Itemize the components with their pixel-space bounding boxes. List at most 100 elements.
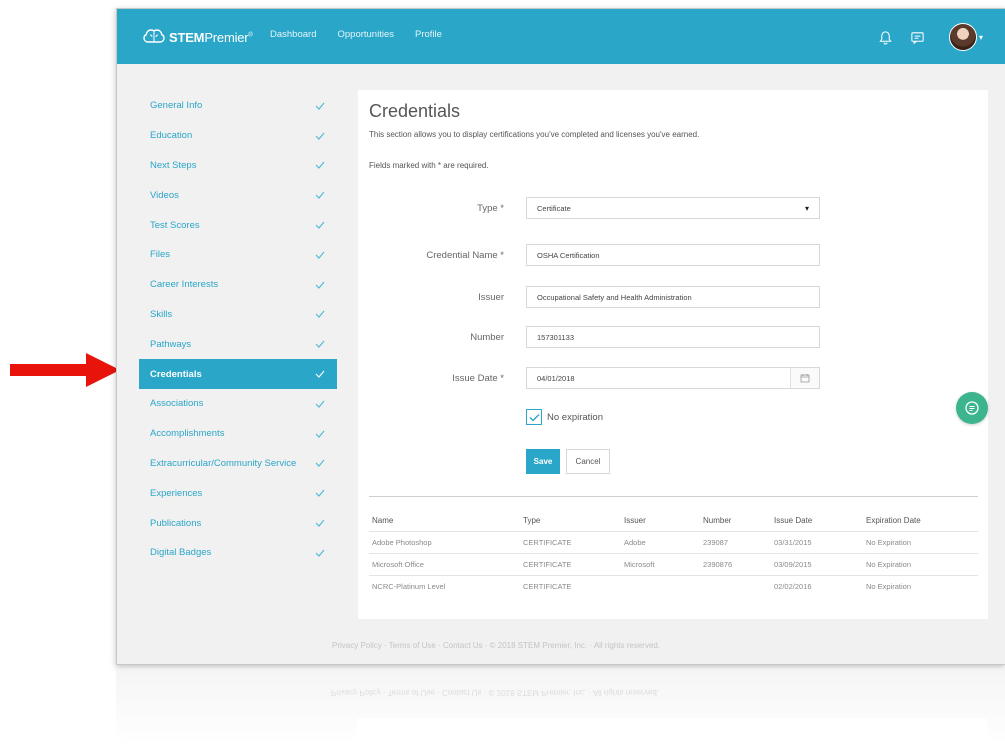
column-header[interactable]: Name bbox=[369, 511, 520, 532]
check-icon bbox=[529, 413, 539, 421]
sidebar-item-label: Associations bbox=[150, 398, 204, 410]
sidebar-item-pathways[interactable]: Pathways bbox=[139, 329, 337, 359]
sidebar-item-career-interests[interactable]: Career Interests bbox=[139, 270, 337, 300]
sidebar-item-accomplishments[interactable]: Accomplishments bbox=[139, 419, 337, 449]
check-icon bbox=[315, 340, 325, 349]
number-input[interactable]: 157301133 bbox=[526, 326, 820, 348]
bell-icon[interactable] bbox=[877, 28, 895, 46]
table-cell: CERTIFICATE bbox=[523, 581, 572, 591]
table-row[interactable]: Adobe Photoshop CERTIFICATE Adobe 239087 03/… bbox=[369, 531, 978, 554]
column-header[interactable]: Expiration Date bbox=[863, 511, 978, 532]
credentials-table: Name Type Issuer Number Issue Date Expiration… bbox=[369, 511, 978, 597]
caret-down-icon: ▾ bbox=[804, 203, 809, 213]
sidebar-item-label: Skills bbox=[150, 308, 173, 320]
table-row[interactable]: Microsoft Office CERTIFICATE Microsoft 2390… bbox=[369, 553, 978, 576]
number-label: Number bbox=[470, 332, 504, 343]
message-icon[interactable] bbox=[909, 28, 927, 46]
cancel-button[interactable]: Cancel bbox=[566, 449, 610, 474]
chevron-down-icon: ▾ bbox=[978, 32, 983, 42]
sidebar-item-label: Credentials bbox=[150, 368, 202, 380]
credentials-panel: Credentials This section allows you to d… bbox=[358, 90, 988, 619]
sidebar-item-label: Files bbox=[150, 249, 171, 261]
required-note: Fields marked with * are required. bbox=[369, 161, 489, 170]
save-button[interactable]: Save bbox=[526, 449, 560, 474]
column-header[interactable]: Number bbox=[700, 511, 771, 532]
sidebar-item-extracurricular-community-service[interactable]: Extracurricular/Community Service bbox=[139, 449, 337, 479]
table-cell: NCRC-Platinum Level bbox=[372, 581, 446, 591]
sidebar-item-associations[interactable]: Associations bbox=[139, 389, 337, 419]
type-select[interactable]: Certificate ▾ bbox=[526, 197, 820, 219]
calendar-icon[interactable] bbox=[790, 368, 819, 388]
check-icon bbox=[315, 489, 325, 498]
sidebar-item-experiences[interactable]: Experiences bbox=[139, 478, 337, 508]
sidebar-item-skills[interactable]: Skills bbox=[139, 300, 337, 330]
check-icon bbox=[315, 251, 325, 259]
sidebar-item-publications[interactable]: Publications bbox=[139, 508, 337, 538]
nav-link-dashboard[interactable]: Dashboard bbox=[270, 29, 316, 40]
sidebar-item-next-steps[interactable]: Next Steps bbox=[139, 151, 337, 181]
sidebar-item-label: Publications bbox=[150, 517, 202, 529]
check-icon bbox=[315, 430, 325, 438]
issue-date-input[interactable]: 04/01/2018 bbox=[526, 367, 820, 389]
sidebar-item-label: Next Steps bbox=[150, 159, 197, 171]
table-cell: No Expiration bbox=[866, 581, 912, 591]
brand-logo[interactable]: STEMPremier® bbox=[143, 26, 253, 48]
top-navbar: STEMPremier® Dashboard Opportunities Pro… bbox=[117, 9, 1005, 64]
credential-name-row: Credential Name * OSHA Certification bbox=[358, 244, 988, 266]
sidebar-item-digital-badges[interactable]: Digital Badges bbox=[139, 538, 337, 568]
sidebar-item-label: General Info bbox=[150, 100, 203, 112]
table-cell: CERTIFICATE bbox=[520, 531, 621, 554]
avatar bbox=[948, 23, 977, 51]
sidebar-item-videos[interactable]: Videos bbox=[139, 180, 337, 210]
table-cell: Microsoft bbox=[621, 553, 700, 576]
user-menu[interactable]: ▾ bbox=[948, 23, 983, 51]
page-description: This section allows you to display certi… bbox=[369, 130, 700, 139]
sidebar-item-label: Test Scores bbox=[150, 219, 200, 231]
sidebar-item-education[interactable]: Education bbox=[139, 121, 337, 151]
type-label: Type * bbox=[477, 203, 504, 214]
table-cell: No Expiration bbox=[863, 531, 978, 554]
brand-name: STEMPremier® bbox=[169, 29, 253, 45]
check-icon bbox=[315, 221, 325, 229]
sidebar-item-label: Digital Badges bbox=[150, 547, 212, 559]
footer: Privacy Policy · Terms of Use · Contact … bbox=[332, 641, 661, 650]
chat-icon bbox=[965, 401, 979, 415]
check-icon bbox=[315, 162, 325, 170]
table-cell bbox=[700, 575, 771, 597]
issuer-input[interactable]: Occupational Safety and Health Administr… bbox=[526, 286, 820, 308]
sidebar-item-general-info[interactable]: General Info bbox=[139, 91, 337, 121]
reflection-card bbox=[357, 718, 987, 745]
check-icon bbox=[315, 191, 325, 200]
credential-name-input[interactable]: OSHA Certification bbox=[526, 244, 820, 266]
column-header[interactable]: Issuer bbox=[621, 511, 700, 532]
nav-link-profile[interactable]: Profile bbox=[415, 29, 442, 40]
check-icon bbox=[315, 549, 325, 557]
check-icon bbox=[315, 281, 325, 289]
page-title: Credentials bbox=[369, 101, 461, 121]
issue-date-label: Issue Date * bbox=[452, 373, 504, 384]
red-arrow-icon bbox=[10, 353, 120, 387]
brain-logo-icon bbox=[143, 29, 165, 43]
divider bbox=[369, 496, 978, 497]
credential-name-label: Credential Name * bbox=[426, 250, 504, 261]
issue-date-value: 04/01/2018 bbox=[537, 373, 575, 383]
table-cell: 239087 bbox=[700, 531, 771, 554]
table-cell: Adobe Photoshop bbox=[369, 531, 520, 554]
type-value: Certificate bbox=[537, 203, 571, 213]
chat-button[interactable] bbox=[956, 392, 988, 424]
checkbox-box[interactable] bbox=[526, 409, 542, 425]
column-header[interactable]: Issue Date bbox=[771, 511, 863, 532]
table-cell: Adobe bbox=[621, 531, 700, 554]
sidebar-item-test-scores[interactable]: Test Scores bbox=[139, 210, 337, 240]
sidebar-item-label: Education bbox=[150, 130, 193, 142]
nav-link-opportunities[interactable]: Opportunities bbox=[337, 29, 394, 40]
table-cell: CERTIFICATE bbox=[520, 553, 621, 576]
no-expiration-checkbox[interactable]: No expiration bbox=[526, 409, 603, 425]
table-row[interactable]: NCRC-Platinum Level CERTIFICATE 02/02/2016… bbox=[369, 575, 978, 597]
sidebar-item-label: Extracurricular/Community Service bbox=[150, 457, 297, 469]
type-row: Type * Certificate ▾ bbox=[358, 197, 988, 219]
column-header[interactable]: Type bbox=[520, 511, 621, 532]
check-icon bbox=[315, 311, 325, 319]
sidebar-item-files[interactable]: Files bbox=[139, 240, 337, 270]
sidebar-item-credentials[interactable]: Credentials bbox=[139, 359, 337, 389]
